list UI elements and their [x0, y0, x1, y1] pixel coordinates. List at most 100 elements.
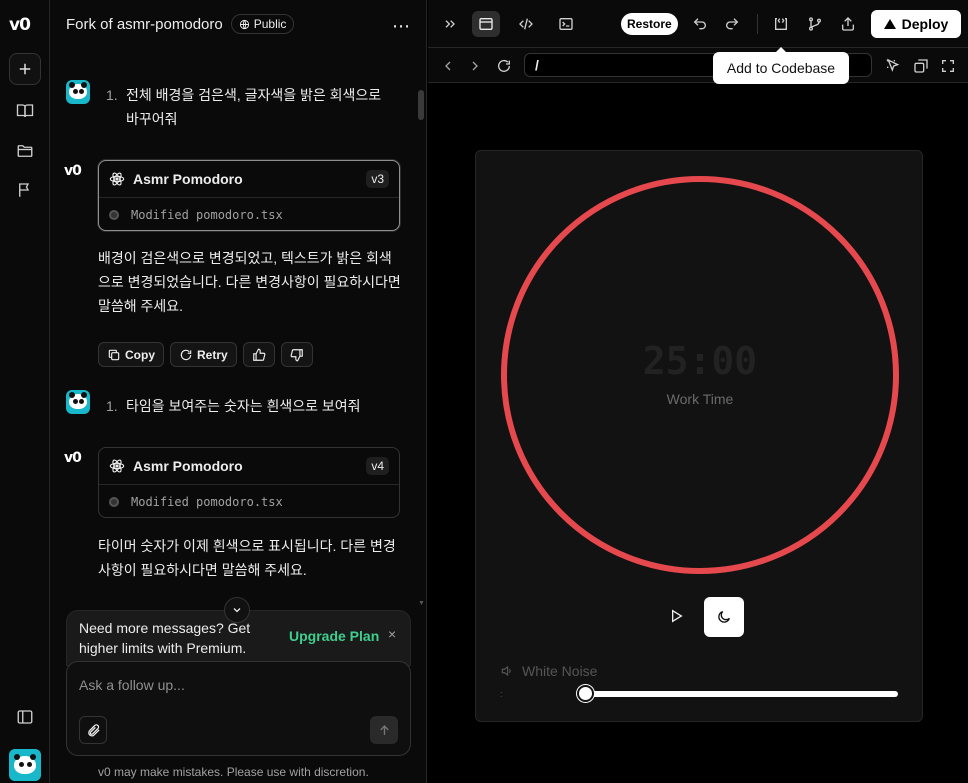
fullscreen-icon: [942, 60, 954, 72]
scroll-to-bottom-button[interactable]: [224, 597, 250, 623]
icon-rail: v0: [0, 0, 50, 783]
send-button[interactable]: [370, 716, 398, 744]
user-message: 1. 타임을 보여주는 숫자는 흰색으로 보여줘: [66, 390, 391, 418]
panda-avatar-icon: [66, 80, 90, 104]
chat-title[interactable]: Fork of asmr-pomodoro: [66, 16, 223, 33]
folder-icon: [17, 145, 33, 157]
toolbar-divider: [757, 14, 758, 34]
code-icon: [519, 18, 533, 30]
version-card[interactable]: Asmr Pomodoro v3 Modified pomodoro.tsx: [98, 160, 400, 231]
book-open-icon: [16, 104, 34, 118]
thumbs-up-button[interactable]: [242, 342, 275, 367]
theme-toggle-button[interactable]: [704, 597, 744, 637]
sidebar-icon: [17, 710, 33, 724]
reload-button[interactable]: [494, 56, 514, 76]
speaker-icon: [501, 665, 511, 677]
feedback-button[interactable]: [9, 174, 41, 206]
terminal-icon: [559, 18, 573, 30]
preview-tab-button[interactable]: [472, 11, 500, 37]
play-button[interactable]: [658, 598, 694, 634]
file-note: Modified pomodoro.tsx: [131, 494, 283, 509]
user-avatar[interactable]: [9, 749, 41, 781]
card-title: Asmr Pomodoro: [133, 171, 243, 187]
v0-assistant-icon: v0: [64, 163, 82, 179]
vercel-triangle-icon: [883, 19, 896, 29]
panda-avatar-icon: [66, 390, 90, 414]
upgrade-plan-link[interactable]: Upgrade Plan: [289, 628, 379, 644]
cursor-select-icon: [886, 58, 900, 72]
add-to-codebase-tooltip: Add to Codebase: [713, 47, 849, 84]
upgrade-text: Need more messages? Get higher limits wi…: [79, 620, 251, 656]
code-tab-button[interactable]: [512, 11, 540, 37]
git-branch-button[interactable]: [801, 11, 829, 37]
chevron-down-icon: [233, 608, 241, 613]
volume-min-marker: :: [500, 689, 503, 699]
collapse-chat-button[interactable]: [436, 11, 464, 37]
white-noise-label: White Noise: [500, 663, 597, 679]
url-bar: /: [428, 48, 968, 83]
follow-up-input[interactable]: Ask a follow up...: [79, 677, 185, 693]
back-button[interactable]: [438, 56, 458, 76]
more-options-icon[interactable]: ⋯: [392, 16, 411, 37]
flag-icon: [19, 183, 30, 197]
thumbs-down-button[interactable]: [280, 342, 313, 367]
v0-logo[interactable]: v0: [9, 15, 31, 35]
fullscreen-button[interactable]: [938, 56, 958, 76]
pomodoro-app-card: 25:00 Work Time White Noise :: [475, 150, 923, 722]
copy-button[interactable]: Copy: [98, 342, 164, 367]
version-card[interactable]: Asmr Pomodoro v4 Modified pomodoro.tsx: [98, 447, 400, 518]
composer[interactable]: Ask a follow up...: [66, 661, 411, 756]
preview-panel: Restore Deploy / Add to Codebase 25:00 W…: [428, 0, 968, 783]
retry-button[interactable]: Retry: [170, 342, 237, 367]
file-note: Modified pomodoro.tsx: [131, 207, 283, 222]
attach-button[interactable]: [79, 716, 107, 744]
chevron-left-icon: [445, 61, 451, 71]
message-actions: Copy Retry: [98, 342, 313, 367]
forward-button[interactable]: [465, 56, 485, 76]
version-badge: v4: [366, 457, 389, 475]
chevron-right-icon: [472, 61, 478, 71]
volume-slider-thumb[interactable]: [577, 685, 594, 702]
terminal-tab-button[interactable]: [552, 11, 580, 37]
thumbs-down-icon: [290, 348, 303, 361]
new-chat-button[interactable]: [9, 53, 41, 85]
visibility-label: Public: [253, 17, 287, 31]
toggle-sidebar-button[interactable]: [9, 701, 41, 733]
paperclip-icon: [87, 723, 100, 736]
redo-button[interactable]: [718, 11, 746, 37]
volume-slider-track[interactable]: [586, 691, 898, 697]
undo-button[interactable]: [686, 11, 714, 37]
arrow-up-icon: [379, 724, 389, 735]
open-new-window-button[interactable]: [911, 56, 931, 76]
chat-panel: Fork of asmr-pomodoro Public ⋯ ▼ 1. 전체 배…: [50, 0, 427, 783]
library-button[interactable]: [9, 95, 41, 127]
plus-icon: [19, 63, 31, 75]
reload-icon: [498, 59, 510, 72]
chat-scrollbar[interactable]: [418, 90, 424, 120]
scroll-down-arrow-icon[interactable]: ▼: [418, 600, 425, 607]
react-atom-icon: [109, 172, 125, 186]
copy-icon: [108, 349, 120, 360]
moon-icon: [718, 611, 730, 623]
add-to-codebase-button[interactable]: [767, 11, 795, 37]
user-message-text: 전체 배경을 검은색, 글자색을 밝은 회색으로 바꾸어줘: [126, 87, 382, 127]
undo-icon: [693, 18, 706, 30]
timer-mode-label: Work Time: [666, 391, 734, 407]
codebase-icon: [775, 18, 787, 30]
visibility-badge[interactable]: Public: [230, 14, 295, 34]
restore-button[interactable]: Restore: [621, 13, 678, 35]
select-element-button[interactable]: [883, 56, 903, 76]
play-icon: [672, 609, 683, 623]
projects-button[interactable]: [9, 135, 41, 167]
share-button[interactable]: [834, 11, 862, 37]
redo-icon: [726, 18, 739, 30]
user-message: 1. 전체 배경을 검은색, 글자색을 밝은 회색으로 바꾸어줘: [66, 80, 391, 131]
disclaimer-text: v0 may make mistakes. Please use with di…: [98, 765, 369, 779]
assistant-message-text: 타이머 숫자가 이제 흰색으로 표시됩니다. 다른 변경사항이 필요하시다면 말…: [98, 538, 396, 578]
version-badge: v3: [366, 170, 389, 188]
panda-avatar-image: [9, 749, 41, 781]
globe-icon: [239, 19, 249, 29]
status-dot-icon: [109, 496, 119, 507]
close-banner-icon[interactable]: ×: [388, 626, 396, 642]
deploy-button[interactable]: Deploy: [871, 10, 961, 38]
